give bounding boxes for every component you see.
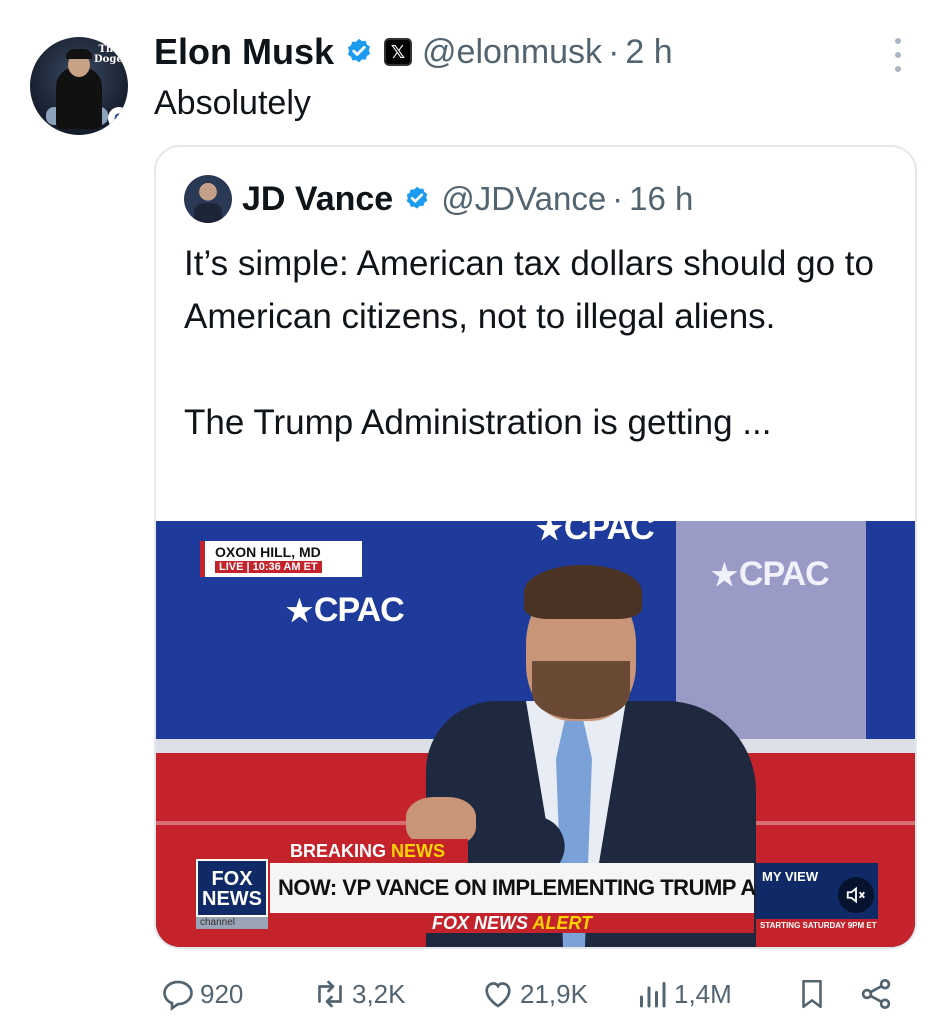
- repost-icon: [318, 980, 342, 1008]
- breaking-word: BREAKING: [290, 841, 387, 861]
- post-text: Absolutely: [154, 84, 311, 122]
- repost-count: 3,2K: [352, 978, 406, 1009]
- repost-button[interactable]: 3,2K: [312, 970, 406, 1018]
- video-player[interactable]: CPAC CPAC CPAC OXON HILL, MD LIVE | 10:3…: [156, 521, 915, 947]
- like-count: 21,9K: [520, 978, 588, 1009]
- views-button[interactable]: 1,4M: [634, 970, 732, 1018]
- reply-icon: [163, 980, 193, 1011]
- separator: ·: [608, 32, 620, 71]
- speaker-hair: [524, 565, 642, 619]
- avatar-cap: [66, 49, 92, 59]
- like-icon: [485, 982, 511, 1008]
- stage-panel-right: [866, 521, 915, 753]
- promo-schedule: STARTING SATURDAY 9PM ET: [756, 919, 878, 933]
- quoted-post-time: 16 h: [629, 180, 694, 217]
- quoted-author-handle: @JDVance: [441, 180, 607, 217]
- avatar-badge: C: [108, 107, 128, 129]
- x-logo-icon: 𝕏: [384, 38, 413, 66]
- fox-channel-label: channel: [196, 917, 268, 929]
- fox-news-logo: FOX NEWS: [196, 859, 268, 917]
- author-name[interactable]: Elon Musk: [154, 31, 334, 73]
- live-indicator: LIVE | 10:36 AM ET: [215, 561, 322, 573]
- speaker-beard: [532, 661, 630, 719]
- avatar-logo-text: The Dogefa: [94, 44, 128, 65]
- like-button[interactable]: 21,9K: [480, 970, 588, 1018]
- alert-brand: FOX NEWS: [431, 913, 528, 933]
- location-text: OXON HILL, MD: [215, 544, 321, 560]
- quoted-paragraph-2: The Trump Administration is getting ...: [184, 403, 772, 442]
- verified-icon: [348, 38, 371, 63]
- separator: ·: [612, 180, 624, 217]
- chyron-headline: NOW: VP VANCE ON IMPLEMENTING TRUMP AGEN…: [270, 863, 833, 913]
- mute-icon[interactable]: [838, 877, 874, 913]
- verified-icon: [406, 186, 428, 209]
- alert-word: ALERT: [532, 913, 593, 933]
- post-header: Elon Musk 𝕏 @elonmusk · 2 h: [154, 29, 673, 75]
- quoted-paragraph-1: It’s simple: American tax dollars should…: [184, 244, 874, 336]
- news-word: NEWS: [391, 841, 446, 861]
- bookmark-button[interactable]: [795, 970, 833, 1018]
- quoted-avatar[interactable]: [184, 175, 232, 223]
- view-count: 1,4M: [674, 978, 732, 1009]
- quoted-author-name: JD Vance: [242, 179, 394, 218]
- reply-button[interactable]: 920: [160, 970, 243, 1018]
- reply-count: 920: [200, 978, 244, 1009]
- views-icon: [640, 982, 666, 1008]
- quoted-text: It’s simple: American tax dollars should…: [184, 237, 894, 449]
- share-button[interactable]: [858, 970, 898, 1018]
- location-banner: OXON HILL, MD LIVE | 10:36 AM ET: [200, 541, 362, 577]
- more-icon[interactable]: [886, 38, 910, 72]
- breaking-news-tag: BREAKING NEWS: [282, 839, 468, 863]
- share-icon: [861, 979, 891, 1009]
- quoted-header: JD Vance @JDVance · 16 h: [184, 175, 693, 223]
- bookmark-icon: [802, 979, 822, 1009]
- post-time[interactable]: 2 h: [625, 33, 672, 72]
- quoted-post[interactable]: JD Vance @JDVance · 16 h It’s simple: Am…: [154, 145, 917, 949]
- author-avatar[interactable]: The Dogefa C: [30, 37, 128, 135]
- author-handle[interactable]: @elonmusk: [422, 33, 602, 72]
- action-bar: 920 3,2K 21,9K 1,4M: [0, 970, 947, 1018]
- my-view-label: MY VIEW: [762, 869, 819, 884]
- fox-news-alert: FOX NEWS ALERT: [270, 913, 754, 933]
- cpac-logo: CPAC: [536, 521, 655, 548]
